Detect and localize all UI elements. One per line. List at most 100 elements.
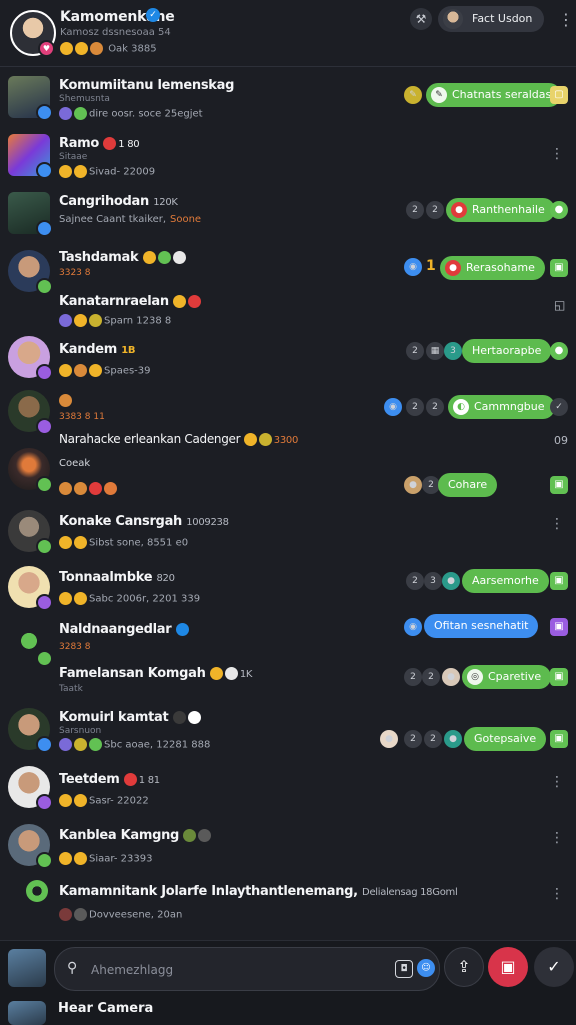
avatar	[8, 336, 53, 381]
reaction-icon[interactable]: ✎	[404, 86, 422, 104]
square-action-icon[interactable]: ▣	[550, 476, 568, 494]
emoji-icon	[60, 42, 73, 55]
counter: 1	[426, 258, 436, 274]
counter-icon[interactable]: 2	[426, 201, 444, 219]
camera-icon[interactable]: ◘	[395, 960, 413, 978]
status-badge	[36, 852, 53, 869]
counter-icon[interactable]: 2	[404, 730, 422, 748]
search-input[interactable]	[89, 958, 393, 982]
list-item[interactable]: Komumiitanu lemenskag Shemusnta dire oos…	[0, 72, 576, 130]
counter-icon[interactable]: 2	[406, 572, 424, 590]
action-button[interactable]: ◐ Cammngbue	[448, 395, 555, 419]
tools-icon[interactable]: ⚒	[410, 8, 432, 30]
bottom-avatar	[8, 1001, 46, 1025]
action-button[interactable]: Aarsemorhe	[462, 569, 549, 593]
action-button[interactable]: ● Rerasohame	[440, 256, 545, 280]
send-button[interactable]: ✓	[534, 947, 574, 987]
list-item[interactable]: Konake Cansrgah 1009238 Sibst sone, 8551…	[0, 508, 576, 566]
chat-icon[interactable]: ●	[550, 342, 568, 360]
emoji-icon[interactable]: ☺	[417, 959, 435, 977]
chat-icon[interactable]: ●	[442, 572, 460, 590]
list-item[interactable]: Cangrihodan 120K Sajnee Caant tkaiker, S…	[0, 188, 576, 246]
action-button[interactable]: ● Ranthenhaile	[446, 198, 555, 222]
action-button[interactable]: Cohare	[438, 473, 498, 497]
user-icon[interactable]: ◉	[404, 618, 422, 636]
contact-subtitle: 3283 8	[59, 642, 91, 652]
record-button[interactable]: ▣	[488, 947, 528, 987]
counter-icon[interactable]: 3	[424, 572, 442, 590]
counter-icon[interactable]: 2	[404, 668, 422, 686]
list-item[interactable]: Coeak ● 2 Cohare ▣	[0, 448, 576, 506]
avatar	[8, 708, 53, 753]
action-button[interactable]: Ofitan sesnehatit	[424, 614, 539, 638]
list-item[interactable]: Komuirl kamtat Sarsnuon Sbc aoae, 12281 …	[0, 704, 576, 762]
chat-icon[interactable]: ●	[550, 201, 568, 219]
chat-icon[interactable]: ●	[444, 730, 462, 748]
contact-meta: Sibst sone, 8551 e0	[59, 536, 188, 549]
contact-name: Kandem 1B	[59, 342, 136, 357]
contact-subtitle: 3383 8 11	[59, 412, 105, 422]
more-icon[interactable]: ⋮	[550, 886, 564, 902]
user-icon[interactable]: ◉	[384, 398, 402, 416]
list-item[interactable]: Kamamnitank Jolarfe Inlaythantlenemang, …	[0, 880, 576, 938]
more-icon[interactable]: ⋮	[550, 830, 564, 846]
avatar	[8, 448, 53, 493]
profile-subtitle: Kamosz dssnesoaa 54	[60, 27, 171, 38]
user-icon[interactable]: ◉	[404, 258, 422, 276]
status-badge	[36, 538, 53, 555]
counter-icon[interactable]: 2	[406, 201, 424, 219]
status-badge	[36, 220, 53, 237]
contact-meta: Dovveesene, 20an	[59, 908, 182, 921]
app-header: ♥ Kamomenkane ✓ Kamosz dssnesoaa 54 Oak …	[0, 0, 576, 67]
search-bar[interactable]: ⚲ ◘ ☺	[54, 947, 440, 991]
list-item[interactable]: Teetdem 1 81 Sasr- 22022 ⋮	[0, 764, 576, 822]
more-icon[interactable]: ⋮	[550, 774, 564, 790]
contact-meta: Sivad- 22009	[59, 165, 155, 178]
contact-name: Naldnaangedlar	[59, 622, 191, 637]
list-item[interactable]: Kanblea Kamgng Siaar- 23393 ⋮	[0, 822, 576, 880]
bottom-composer: ⚲ ◘ ☺ ⇪ ▣ ✓ Hear Camera	[0, 940, 576, 1025]
action-button[interactable]: ◎ Cparetive	[462, 665, 552, 689]
square-action-icon[interactable]: ▣	[550, 259, 568, 277]
more-options-icon[interactable]: ⋮	[558, 12, 574, 28]
bottom-contact-name: Hear Camera	[58, 1001, 154, 1016]
action-button[interactable]: Hertaorapbe	[462, 339, 552, 363]
check-icon[interactable]: ✓	[550, 398, 568, 416]
more-icon[interactable]: ⋮	[550, 146, 564, 162]
contact-meta: Sbc aoae, 12281 888	[59, 738, 210, 751]
share-button[interactable]: ⇪	[444, 947, 484, 987]
contact-meta: Sasr- 22022	[59, 794, 149, 807]
reply-icon[interactable]: ◱	[554, 298, 565, 312]
avatar	[8, 76, 53, 121]
action-button[interactable]: ✎ Chatnats seraldas	[426, 83, 562, 107]
list-item[interactable]: Ramo 1 80 Sitaae Sivad- 22009 ⋮	[0, 130, 576, 188]
counter-icon[interactable]: 2	[422, 668, 440, 686]
square-action-icon[interactable]: ▢	[550, 86, 568, 104]
square-action-icon[interactable]: ▣	[550, 668, 568, 686]
avatar-icon[interactable]: ●	[442, 668, 460, 686]
more-icon[interactable]: ⋮	[550, 516, 564, 532]
counter-icon[interactable]: 3	[444, 342, 462, 360]
status-badge	[36, 794, 53, 811]
my-avatar[interactable]	[8, 949, 46, 987]
account-switcher[interactable]: Fact Usdon	[438, 6, 544, 32]
contact-subtitle: Sitaae	[59, 152, 88, 162]
list-item[interactable]: Kandem 1B Spaes-39 2 ▦ 3 Hertaorapbe ●	[0, 334, 576, 392]
action-button[interactable]: Gotepsaive	[464, 727, 547, 751]
contact-name: Konake Cansrgah 1009238	[59, 514, 229, 529]
counter-icon[interactable]: 2	[424, 730, 442, 748]
avatar	[8, 510, 53, 555]
counter-icon[interactable]: 2	[406, 342, 424, 360]
avatar-icon[interactable]: ●	[380, 730, 398, 748]
account-label: Fact Usdon	[472, 12, 533, 25]
avatar-icon[interactable]: ●	[404, 476, 422, 494]
contact-name: Tashdamak	[59, 250, 188, 265]
square-action-icon[interactable]: ▣	[550, 572, 568, 590]
square-action-icon[interactable]: ▣	[550, 618, 568, 636]
counter-icon[interactable]: 2	[406, 398, 424, 416]
calendar-icon[interactable]: ▦	[426, 342, 444, 360]
counter-icon[interactable]: 2	[426, 398, 444, 416]
square-action-icon[interactable]: ▣	[550, 730, 568, 748]
verified-icon: ✓	[146, 8, 160, 22]
contact-meta: Sabc 2006r, 2201 339	[59, 592, 200, 605]
